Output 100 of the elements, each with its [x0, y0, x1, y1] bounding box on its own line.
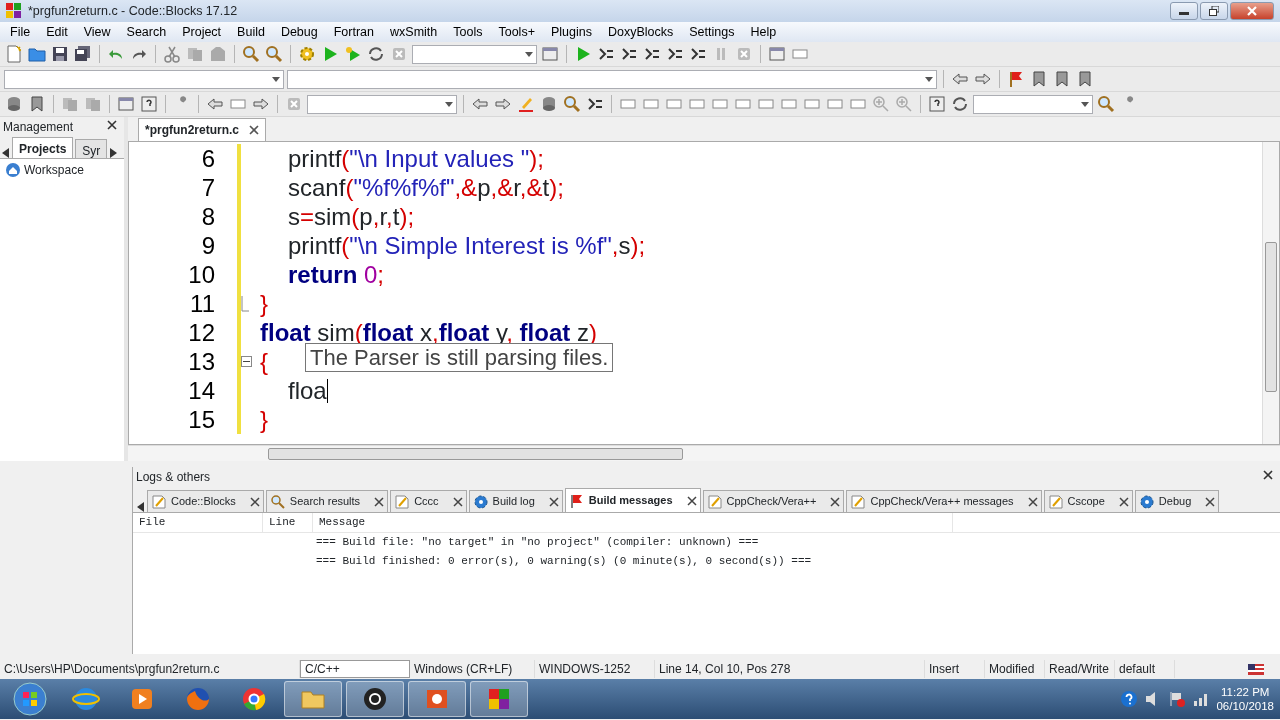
- dropdown-field[interactable]: [973, 94, 1093, 114]
- menu-item[interactable]: View: [75, 22, 119, 42]
- log-tab[interactable]: Build messages: [564, 488, 701, 512]
- refresh-icon[interactable]: [367, 45, 385, 63]
- log-tab[interactable]: Debug: [1134, 490, 1220, 512]
- menu-item[interactable]: Tools+: [490, 22, 543, 42]
- pages-icon[interactable]: [61, 95, 79, 113]
- log-tab[interactable]: CppCheck/Vera++ messages: [846, 490, 1042, 512]
- help-icon[interactable]: [928, 95, 946, 113]
- pages-icon[interactable]: [84, 95, 102, 113]
- help-icon[interactable]: [1120, 690, 1139, 708]
- flag-icon[interactable]: [1168, 690, 1187, 708]
- clock-time[interactable]: 11:22 PM: [1216, 685, 1274, 699]
- close-icon[interactable]: [374, 496, 385, 507]
- log-tab[interactable]: Build log: [468, 490, 563, 512]
- menu-item[interactable]: wxSmith: [382, 22, 446, 42]
- zoom-in-icon[interactable]: [872, 95, 890, 113]
- column-header[interactable]: File: [133, 512, 263, 533]
- menu-item[interactable]: Help: [742, 22, 785, 42]
- menu-item[interactable]: File: [2, 22, 39, 42]
- refresh-icon[interactable]: [951, 95, 969, 113]
- menu-item[interactable]: Plugins: [542, 22, 600, 42]
- close-icon[interactable]: [249, 496, 260, 507]
- scroll-left-icon[interactable]: [2, 148, 10, 158]
- record-icon[interactable]: [361, 685, 389, 713]
- arrow-left-icon[interactable]: [951, 70, 969, 88]
- menu-item[interactable]: Search: [118, 22, 175, 42]
- window-icon[interactable]: [768, 45, 786, 63]
- close-icon[interactable]: [452, 496, 463, 507]
- stop-icon[interactable]: [285, 95, 303, 113]
- build-run-icon[interactable]: [344, 45, 362, 63]
- menu-item[interactable]: DoxyBlocks: [599, 22, 682, 42]
- fold-collapse-icon[interactable]: [241, 356, 252, 367]
- search-icon[interactable]: [1097, 95, 1115, 113]
- globe-icon[interactable]: [72, 685, 100, 713]
- stop-icon[interactable]: [390, 45, 408, 63]
- menu-item[interactable]: Fortran: [325, 22, 383, 42]
- log-tab[interactable]: Code::Blocks: [147, 490, 264, 512]
- bookmark-icon[interactable]: [1030, 70, 1048, 88]
- close-icon[interactable]: [1205, 496, 1216, 507]
- horizontal-scrollbar[interactable]: [128, 445, 1280, 461]
- close-icon[interactable]: [1027, 496, 1038, 507]
- search-icon[interactable]: [265, 45, 283, 63]
- folder-icon[interactable]: [28, 45, 46, 63]
- gear-icon[interactable]: [298, 45, 316, 63]
- window-icon[interactable]: [541, 45, 559, 63]
- database-icon[interactable]: [540, 95, 558, 113]
- menu-item[interactable]: Build: [229, 22, 273, 42]
- bookmark-icon[interactable]: [28, 95, 46, 113]
- scroll-left-icon[interactable]: [137, 502, 145, 512]
- search-icon[interactable]: [563, 95, 581, 113]
- floppies-icon[interactable]: [74, 45, 92, 63]
- pen-icon[interactable]: [517, 95, 535, 113]
- restore-button[interactable]: [1200, 2, 1228, 20]
- column-header[interactable]: Line: [263, 512, 313, 533]
- arrow-right-icon[interactable]: [252, 95, 270, 113]
- zoom-in-icon[interactable]: [895, 95, 913, 113]
- flag-icon[interactable]: [1007, 70, 1025, 88]
- menu-item[interactable]: Project: [174, 22, 230, 42]
- log-tab[interactable]: Cscope: [1043, 490, 1133, 512]
- dropdown-field[interactable]: [4, 69, 284, 89]
- dropdown-field[interactable]: [412, 44, 537, 64]
- new-file-icon[interactable]: [5, 45, 23, 63]
- minimize-button[interactable]: [1170, 2, 1198, 20]
- tab[interactable]: Projects: [12, 137, 74, 158]
- close-icon[interactable]: [686, 495, 697, 506]
- column-header[interactable]: Message: [313, 512, 953, 533]
- close-icon[interactable]: [548, 496, 559, 507]
- bookmark-icon[interactable]: [1053, 70, 1071, 88]
- scissors-icon[interactable]: [163, 45, 181, 63]
- chrome-logo-icon[interactable]: [240, 685, 268, 713]
- vertical-scrollbar[interactable]: [1262, 142, 1279, 444]
- floppy-icon[interactable]: [51, 45, 69, 63]
- menu-item[interactable]: Debug: [272, 22, 326, 42]
- log-tab[interactable]: Search results: [265, 490, 389, 512]
- arrow-right-icon[interactable]: [494, 95, 512, 113]
- tab[interactable]: Syr: [75, 139, 108, 158]
- window-icon[interactable]: [117, 95, 135, 113]
- search-icon[interactable]: [242, 45, 260, 63]
- pages-icon[interactable]: [186, 45, 204, 63]
- arrow-left-icon[interactable]: [471, 95, 489, 113]
- clock-date[interactable]: 06/10/2018: [1216, 699, 1274, 713]
- editor-tab[interactable]: *prgfun2return.c: [138, 118, 266, 141]
- menu-item[interactable]: Settings: [681, 22, 743, 42]
- help-icon[interactable]: [140, 95, 158, 113]
- database-icon[interactable]: [5, 95, 23, 113]
- close-icon[interactable]: [830, 496, 841, 507]
- dropdown-field[interactable]: [287, 69, 937, 89]
- tree-item[interactable]: Workspace: [24, 161, 84, 179]
- arrow-left-icon[interactable]: [206, 95, 224, 113]
- log-tab[interactable]: CppCheck/Vera++: [702, 490, 845, 512]
- dropdown-field[interactable]: [307, 94, 457, 114]
- fox-globe-icon[interactable]: [184, 685, 212, 713]
- bookmark-icon[interactable]: [1076, 70, 1094, 88]
- log-tab[interactable]: Cccc: [390, 490, 467, 512]
- close-icon[interactable]: [1118, 496, 1129, 507]
- close-icon[interactable]: [249, 125, 259, 135]
- menu-item[interactable]: Edit: [38, 22, 76, 42]
- menu-item[interactable]: Tools: [445, 22, 491, 42]
- stop-icon[interactable]: [735, 45, 753, 63]
